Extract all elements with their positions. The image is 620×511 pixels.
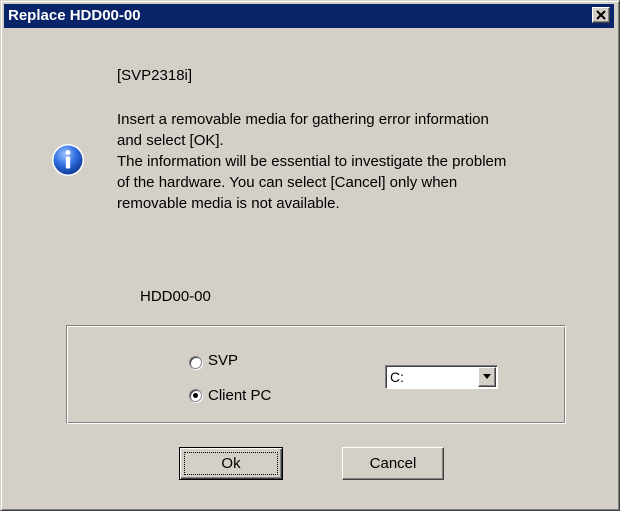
message-line: removable media is not available. <box>117 195 340 212</box>
drive-select-value: C: <box>390 369 404 385</box>
cancel-button[interactable]: Cancel <box>342 447 444 480</box>
radio-svp[interactable] <box>189 356 202 369</box>
close-icon <box>596 10 606 20</box>
message-line: of the hardware. You can select [Cancel]… <box>117 174 458 191</box>
radio-svp-label[interactable]: SVP <box>208 350 238 371</box>
message-code: [SVP2318i] <box>117 67 193 84</box>
window-title: Replace HDD00-00 <box>8 7 141 24</box>
info-icon <box>52 144 84 176</box>
title-bar[interactable]: Replace HDD00-00 <box>4 4 614 28</box>
drive-select-dropdown-button[interactable] <box>478 367 496 387</box>
dialog-window: Replace HDD00-00 [SVP2318i] Insert a rem… <box>0 0 620 511</box>
radio-client-pc[interactable] <box>189 389 202 402</box>
cancel-button-label: Cancel <box>369 454 417 472</box>
message-line: and select [OK]. <box>117 132 224 149</box>
radio-selected-dot <box>193 393 198 398</box>
message-text: Insert a removable media for gathering e… <box>117 109 506 214</box>
device-label: HDD00-00 <box>140 288 211 305</box>
close-button[interactable] <box>592 7 610 23</box>
message-line: Insert a removable media for gathering e… <box>117 111 489 128</box>
radio-client-pc-label[interactable]: Client PC <box>208 385 271 406</box>
ok-button[interactable]: Ok <box>179 447 283 480</box>
ok-button-label: Ok <box>221 454 241 472</box>
chevron-down-icon <box>483 374 491 379</box>
message-line: The information will be essential to inv… <box>117 153 507 170</box>
drive-select[interactable]: C: <box>385 365 498 389</box>
